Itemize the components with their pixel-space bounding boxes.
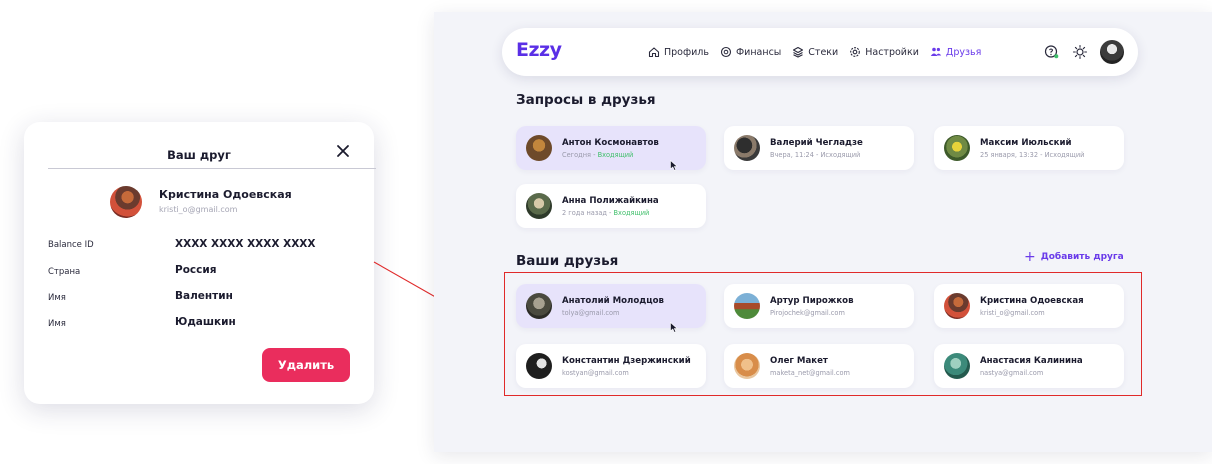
nav-item-stacks[interactable]: Стеки [792,46,838,58]
home-icon [648,47,660,58]
add-friend-button[interactable]: + Добавить друга [1024,249,1124,265]
theme-toggle-button[interactable] [1072,44,1088,60]
request-name: Валерий Чегладзе [770,137,863,148]
gear-icon [850,47,861,57]
add-friend-label: Добавить друга [1040,252,1124,262]
request-meta: Вчера, 11:24 - Исходящий [770,150,861,159]
nav-item-label: Финансы [735,46,782,58]
mouse-cursor-icon [670,160,678,171]
request-card[interactable]: Анна Полижайкина 2 года назад - Входящий [516,184,706,228]
help-icon [1044,45,1059,59]
nav-item-finance[interactable]: Финансы [720,46,781,58]
nav-item-friends[interactable]: Друзья [930,46,981,58]
request-name: Максим Июльский [980,137,1072,148]
requests-title: Запросы в друзья [516,92,656,108]
avatar [526,193,552,219]
request-card[interactable]: Максим Июльский 25 января, 13:32 - Исход… [934,126,1124,170]
avatar [944,135,970,161]
user-avatar[interactable] [1100,40,1124,64]
request-meta: 2 года назад - Входящий [562,208,650,217]
avatar [526,135,552,161]
nav-item-settings[interactable]: Настройки [849,46,919,58]
nav-item-label: Стеки [808,46,839,58]
nav-item-label: Настройки [865,46,919,58]
request-meta: Сегодня - Входящий [562,150,634,159]
nav-item-label: Друзья [945,46,982,58]
plus-icon: + [1024,249,1036,265]
top-navbar: Ezzy Профиль Финансы Стеки Настройки Дру… [502,28,1138,76]
friends-icon [930,47,942,56]
coins-icon [720,46,732,58]
avatar [734,135,760,161]
notifications-button[interactable] [1044,44,1060,60]
sun-icon [1072,44,1088,60]
nav-actions [1032,28,1124,76]
request-name: Антон Космонавтов [562,137,659,148]
friends-title: Ваши друзья [516,253,619,269]
nav-menu: Профиль Финансы Стеки Настройки Друзья [648,28,992,76]
request-name: Анна Полижайкина [562,195,659,206]
request-meta: 25 января, 13:32 - Исходящий [980,150,1085,159]
brand-logo[interactable]: Ezzy [516,39,562,61]
friends-highlight-box [504,272,1142,396]
request-card[interactable]: Валерий Чегладзе Вчера, 11:24 - Исходящи… [724,126,914,170]
nav-item-profile[interactable]: Профиль [648,46,709,58]
nav-item-label: Профиль [664,46,709,58]
stack-icon [793,46,804,58]
